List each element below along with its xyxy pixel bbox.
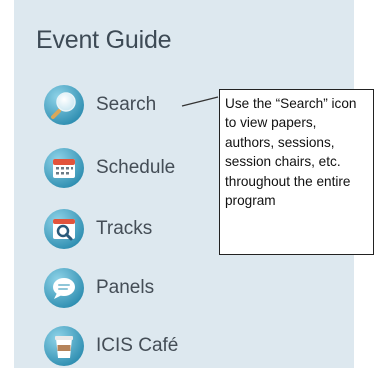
nav-item-panels[interactable]: Panels bbox=[44, 268, 154, 308]
nav-item-icis-cafe-label: ICIS Café bbox=[96, 335, 179, 356]
nav-item-schedule[interactable]: Schedule bbox=[44, 148, 175, 188]
page-title: Event Guide bbox=[36, 26, 172, 54]
tracks-icon bbox=[44, 209, 84, 249]
nav-item-schedule-label: Schedule bbox=[96, 157, 176, 178]
nav-item-icis-cafe[interactable]: ICIS Café bbox=[44, 326, 178, 366]
chat-bubble-icon bbox=[44, 268, 84, 308]
calendar-icon bbox=[44, 148, 84, 188]
search-icon bbox=[44, 85, 84, 125]
nav-item-panels-label: Panels bbox=[96, 277, 155, 298]
nav-item-search-label: Search bbox=[96, 94, 157, 115]
coffee-cup-icon bbox=[44, 326, 84, 366]
nav-item-search[interactable]: Search bbox=[44, 85, 156, 125]
nav-item-tracks-label: Tracks bbox=[96, 218, 153, 239]
callout-connector-line bbox=[181, 96, 219, 107]
search-help-callout: Use the “Search” icon to view papers, au… bbox=[219, 89, 374, 255]
nav-item-tracks[interactable]: Tracks bbox=[44, 209, 152, 249]
